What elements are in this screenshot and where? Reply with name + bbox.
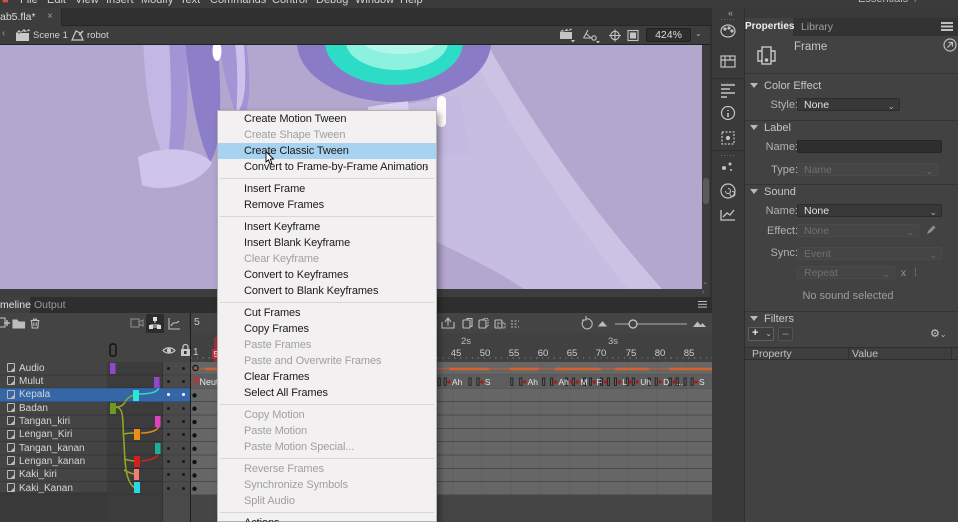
svg-text:F: F: [596, 377, 601, 387]
svg-text:M: M: [580, 377, 587, 387]
svg-text:Ah: Ah: [452, 377, 463, 387]
svg-text:S: S: [699, 377, 705, 387]
svg-text:Ah: Ah: [528, 377, 539, 387]
svg-text:Uh: Uh: [640, 377, 651, 387]
svg-text:S: S: [485, 377, 491, 387]
svg-text:...: ...: [676, 377, 683, 387]
svg-text:L: L: [622, 377, 627, 387]
svg-text:D: D: [663, 377, 669, 387]
svg-text:Ah: Ah: [559, 377, 570, 387]
